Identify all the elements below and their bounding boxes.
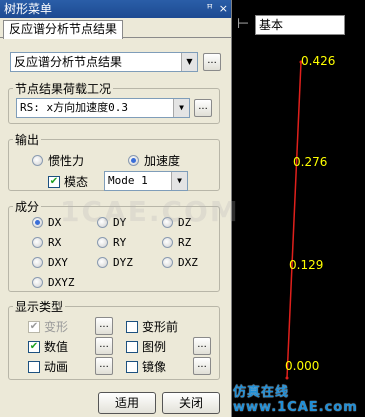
checkbox-box	[126, 340, 138, 353]
chevron-down-icon: ▼	[171, 172, 187, 190]
value-label: 0.426	[301, 54, 336, 68]
load-case-legend: 节点结果荷载工况	[15, 82, 112, 96]
radio-label: DYZ	[113, 256, 133, 269]
load-case-value: RS: x方向加速度0.3	[20, 101, 128, 114]
radio-label: RZ	[178, 236, 192, 249]
radio-dxyz[interactable]: DXYZ	[32, 276, 75, 289]
checkmark-icon: ✔	[48, 175, 60, 188]
checkbox-values[interactable]: ✔ 数值	[28, 338, 68, 355]
display-type-legend: 显示类型	[15, 300, 64, 314]
checkbox-box	[28, 360, 40, 373]
checkmark-icon: ✔	[28, 340, 40, 353]
tab-node-results[interactable]: 反应谱分析节点结果	[3, 20, 124, 39]
close-button[interactable]: 关闭	[162, 392, 220, 414]
animation-more-button[interactable]: ...	[95, 357, 113, 375]
radio-dot-selected	[128, 155, 139, 166]
tab-row: 反应谱分析节点结果	[0, 18, 231, 39]
radio-dxy[interactable]: DXY	[32, 256, 68, 269]
chevron-down-icon: ▼	[181, 53, 197, 71]
value-label: 0.000	[285, 359, 320, 373]
radio-dot	[162, 237, 173, 248]
radio-label: DXY	[48, 256, 68, 269]
radio-dot	[32, 237, 43, 248]
radio-rx[interactable]: RX	[32, 236, 61, 249]
radio-acceleration[interactable]: 加速度	[128, 152, 180, 169]
result-diagram	[285, 60, 303, 380]
mode-value: Mode 1	[108, 174, 148, 187]
check-label: 变形前	[142, 320, 179, 334]
radio-label: 加速度	[144, 154, 181, 168]
load-case-more-button[interactable]: ...	[194, 99, 212, 117]
chevron-down-icon: ▼	[173, 99, 189, 117]
close-icon[interactable]: ×	[219, 0, 228, 18]
mode-checkbox[interactable]: ✔ 模态	[48, 173, 88, 190]
checkbox-legend[interactable]: 图例	[126, 338, 166, 355]
apply-button[interactable]: 适用	[98, 392, 156, 414]
radio-dyz[interactable]: DYZ	[97, 256, 133, 269]
panel-title: 树形菜单	[4, 2, 53, 16]
radio-dot	[97, 237, 108, 248]
output-legend: 输出	[15, 133, 40, 147]
mirror-more-button[interactable]: ...	[193, 357, 211, 375]
model-viewport[interactable]: ⊢ 基本 0.426 0.276 0.129 0.000 仿真在线 www.1C…	[233, 0, 365, 417]
checkbox-box	[126, 360, 138, 373]
check-label: 变形	[44, 320, 69, 334]
radio-dxz[interactable]: DXZ	[162, 256, 198, 269]
values-more-button[interactable]: ...	[95, 337, 113, 355]
radio-label: RX	[48, 236, 62, 249]
result-type-value: 反应谱分析节点结果	[14, 55, 123, 69]
radio-dot-selected	[32, 217, 43, 228]
check-label: 数值	[44, 340, 69, 354]
radio-label: RY	[113, 236, 127, 249]
mode-label: 模态	[64, 175, 89, 189]
value-label: 0.276	[293, 155, 328, 169]
checkbox-mirror[interactable]: 镜像	[126, 358, 166, 375]
checkbox-box	[126, 320, 138, 333]
radio-dot	[32, 277, 43, 288]
background-watermark: 1CAE.COM	[60, 195, 240, 228]
radio-ry[interactable]: RY	[97, 236, 126, 249]
mode-select[interactable]: Mode 1 ▼	[104, 171, 188, 191]
checkbox-before-deformation[interactable]: 变形前	[126, 318, 178, 335]
radio-dot	[162, 257, 173, 268]
result-line	[286, 61, 302, 379]
result-type-more-button[interactable]: ...	[203, 53, 221, 71]
radio-dot	[97, 257, 108, 268]
node-bottom	[285, 376, 289, 380]
value-label: 0.129	[289, 258, 324, 272]
check-label: 图例	[142, 340, 167, 354]
site-watermark: 仿真在线 www.1CAE.com	[233, 385, 358, 415]
radio-inertia-force[interactable]: 惯性力	[32, 152, 84, 169]
load-case-select[interactable]: RS: x方向加速度0.3 ▼	[16, 98, 190, 118]
checkmark-icon: ✔	[28, 320, 40, 333]
checkbox-animation[interactable]: 动画	[28, 358, 68, 375]
checkbox-deformation[interactable]: ✔ 变形	[28, 318, 68, 335]
check-label: 镜像	[142, 360, 167, 374]
component-legend: 成分	[15, 200, 40, 214]
radio-rz[interactable]: RZ	[162, 236, 191, 249]
radio-label: DXZ	[178, 256, 198, 269]
legend-more-button[interactable]: ...	[193, 337, 211, 355]
pin-icon[interactable]: ꟸ	[206, 0, 212, 18]
check-label: 动画	[44, 360, 69, 374]
radio-label: DXYZ	[48, 276, 75, 289]
radio-dot	[32, 257, 43, 268]
result-type-select[interactable]: 反应谱分析节点结果 ▼	[10, 52, 198, 72]
panel-title-bar: 树形菜单 ꟸ ×	[0, 0, 231, 18]
deformation-more-button[interactable]: ...	[95, 317, 113, 335]
radio-dx[interactable]: DX	[32, 216, 61, 229]
radio-label: 惯性力	[48, 154, 85, 168]
radio-dot	[32, 155, 43, 166]
